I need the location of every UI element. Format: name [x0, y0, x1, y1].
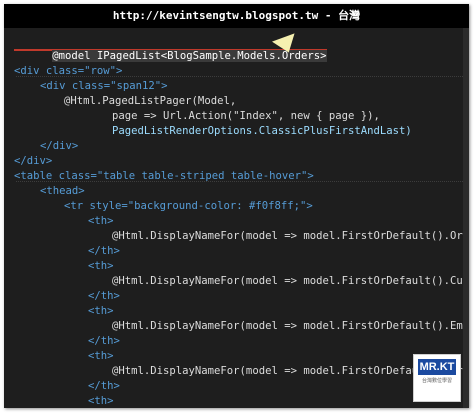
url-banner: http://kevintsengtw.blogspot.tw - 台灣 — [4, 4, 469, 28]
code-line-13: @Html.DisplayNameFor(model => model.Firs… — [112, 230, 469, 242]
code-line-20: </th> — [88, 335, 120, 347]
mrkt-logo: MR.KT 台灣數位學習 — [413, 354, 461, 402]
code-line-15: <th> — [88, 260, 114, 272]
code-line-21: <th> — [88, 350, 114, 362]
code-line-7: </div> — [40, 140, 79, 152]
code-line-3: <div class="span12"> — [40, 80, 168, 92]
code-line-17: </th> — [88, 290, 120, 302]
code-line-8: </div> — [14, 155, 53, 167]
code-line-5: page => Url.Action("Index", new { page }… — [112, 110, 380, 122]
code-line-14: </th> — [88, 245, 120, 257]
code-line-4: @Html.PagedListPager(Model, — [64, 95, 237, 107]
code-line-24: <th> — [88, 395, 114, 407]
code-line-19: @Html.DisplayNameFor(model => model.Firs… — [112, 320, 469, 332]
code-line-18: <th> — [88, 305, 114, 317]
code-line-16: @Html.DisplayNameFor(model => model.Firs… — [112, 275, 469, 287]
code-line-10: <thead> — [40, 185, 85, 197]
code-line-12: <th> — [88, 215, 114, 227]
indent-guide — [16, 76, 465, 77]
indent-guide — [16, 181, 465, 182]
code-line-6: PagedListRenderOptions.ClassicPlusFirstA… — [112, 125, 412, 137]
logo-text: MR.KT — [418, 359, 456, 375]
code-editor[interactable]: @model IPagedList<BlogSample.Models.Orde… — [4, 32, 469, 408]
code-line-11: <tr style="background-color: #f0f8ff;"> — [64, 200, 313, 212]
screenshot-frame: http://kevintsengtw.blogspot.tw - 台灣 @mo… — [4, 4, 469, 408]
vertical-scrollbar[interactable] — [463, 28, 469, 408]
code-line-23: </th> — [88, 380, 120, 392]
logo-subtext: 台灣數位學習 — [421, 378, 452, 384]
